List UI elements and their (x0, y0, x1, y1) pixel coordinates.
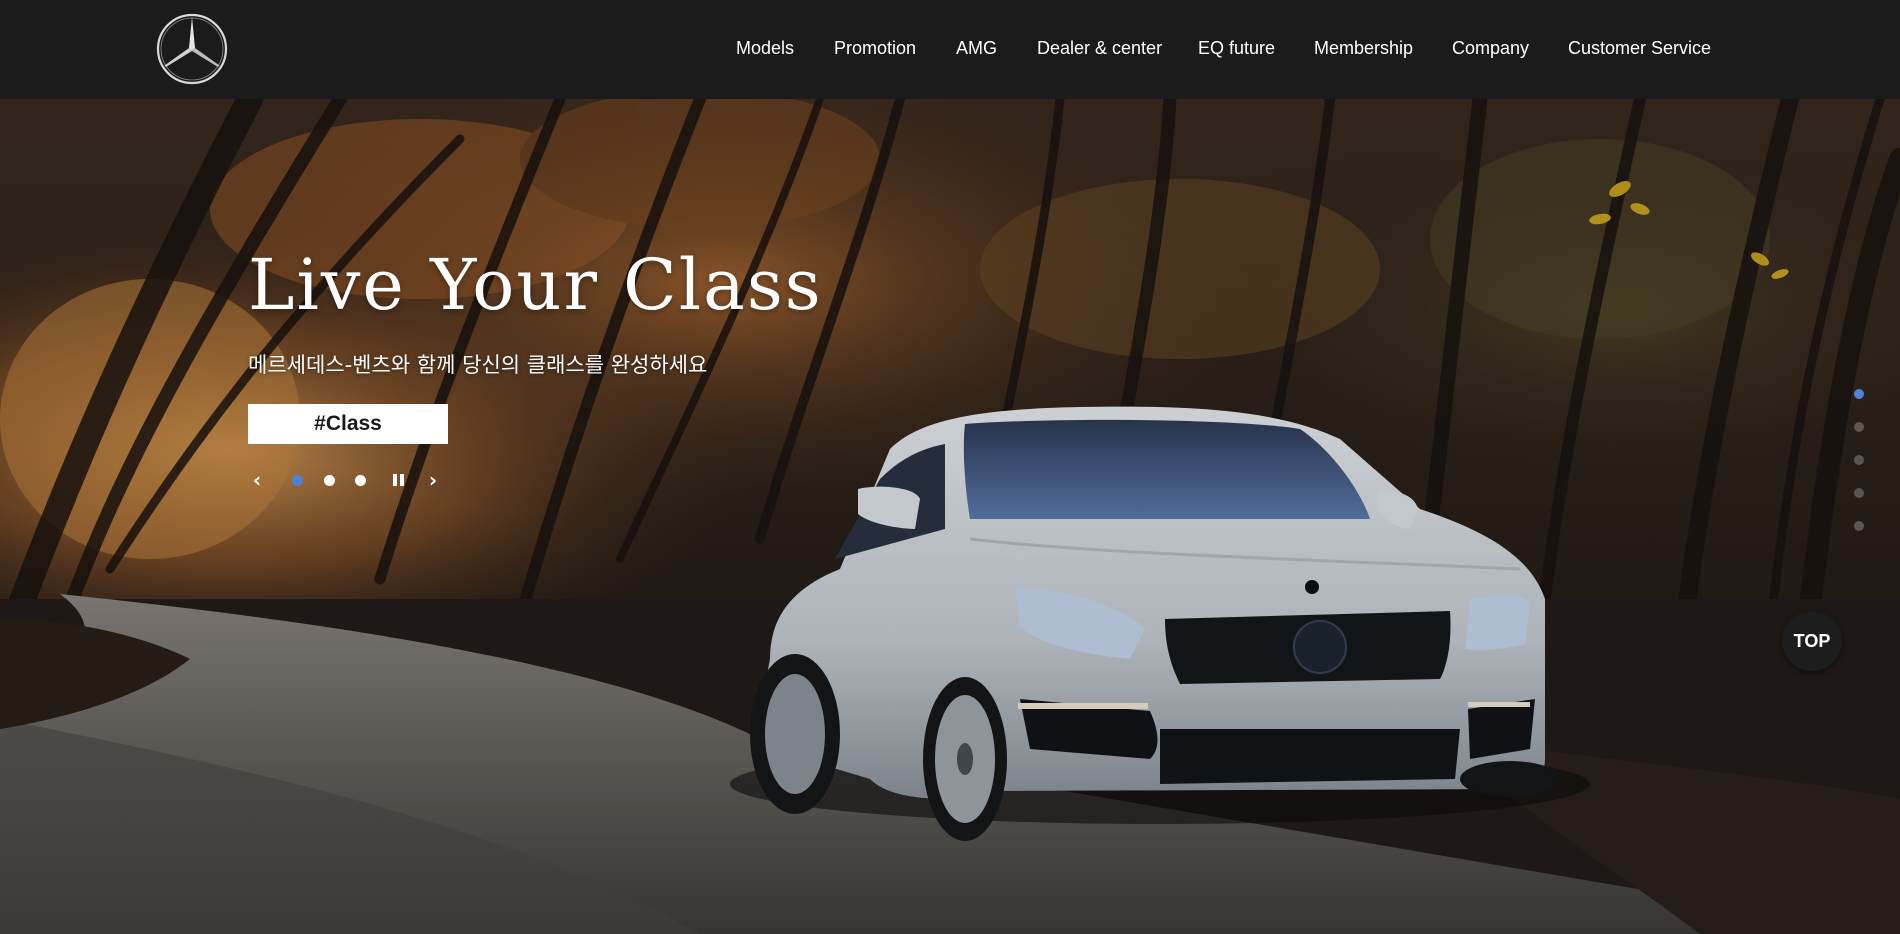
section-dot-4[interactable] (1854, 488, 1864, 498)
nav-item-eq-future[interactable]: EQ future (1198, 38, 1275, 59)
section-dot-3[interactable] (1854, 455, 1864, 465)
nav-item-dealer-center[interactable]: Dealer & center (1037, 38, 1162, 59)
hero-title: Live Your Class (248, 244, 823, 326)
main-nav: Models Promotion AMG Dealer & center EQ … (0, 0, 1900, 99)
nav-item-company[interactable]: Company (1452, 38, 1529, 59)
hero-slider: Live Your Class 메르세데스-벤츠와 함께 당신의 클래스를 완성… (0, 99, 1900, 934)
nav-item-models[interactable]: Models (736, 38, 794, 59)
slide-dot-2[interactable] (324, 475, 335, 486)
chevron-left-icon[interactable]: ‹ (248, 469, 266, 491)
site-header: Models Promotion AMG Dealer & center EQ … (0, 0, 1900, 99)
nav-item-membership[interactable]: Membership (1314, 38, 1413, 59)
slider-controls: ‹ › (248, 469, 448, 491)
hero-background-image (0, 99, 1900, 934)
nav-item-promotion[interactable]: Promotion (834, 38, 916, 59)
slide-dot-1[interactable] (292, 475, 303, 486)
section-pagination (1852, 389, 1866, 531)
pause-icon[interactable] (393, 474, 405, 486)
nav-item-customer-service[interactable]: Customer Service (1568, 38, 1711, 59)
class-hashtag-button[interactable]: #Class (248, 404, 448, 444)
slide-dot-3[interactable] (355, 475, 366, 486)
hero-subtitle: 메르세데스-벤츠와 함께 당신의 클래스를 완성하세요 (248, 353, 708, 377)
section-dot-5[interactable] (1854, 521, 1864, 531)
section-dot-2[interactable] (1854, 422, 1864, 432)
nav-item-amg[interactable]: AMG (956, 38, 997, 59)
page: Models Promotion AMG Dealer & center EQ … (0, 0, 1900, 934)
section-dot-1[interactable] (1854, 389, 1864, 399)
chevron-right-icon[interactable]: › (424, 469, 442, 491)
scroll-top-button[interactable]: TOP (1782, 611, 1842, 671)
